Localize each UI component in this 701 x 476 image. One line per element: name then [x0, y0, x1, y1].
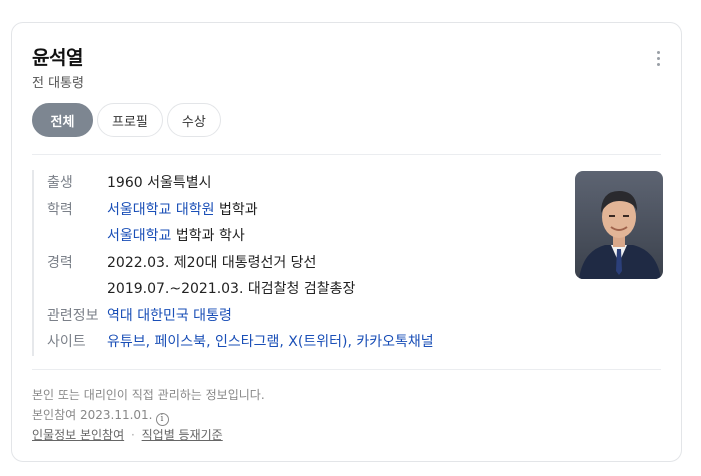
site-separator: ,	[206, 334, 215, 350]
birth-value: 1960 서울특별시	[107, 175, 212, 191]
divider-top	[32, 154, 661, 155]
education-link-1[interactable]: 서울대학교 대학원	[107, 202, 215, 218]
more-options-icon[interactable]	[657, 51, 661, 66]
site-link-x[interactable]: X(트위터)	[288, 334, 347, 350]
footer-participation: 본인참여 2023.11.01. i	[32, 406, 169, 426]
related-link[interactable]: 역대 대한민국 대통령	[107, 303, 232, 330]
site-separator: ,	[145, 334, 155, 350]
career-item-1: 2022.03. 제20대 대통령선거 당선	[107, 254, 317, 271]
site-link-facebook[interactable]: 페이스북	[155, 334, 207, 350]
education-text-2: 법학과 학사	[171, 228, 245, 244]
related-label: 관련정보	[47, 307, 99, 324]
divider-bottom	[32, 369, 661, 370]
career-label: 경력	[47, 254, 73, 271]
footer-links: 인물정보 본인참여 · 직업별 등재기준	[32, 426, 223, 443]
footer-notice: 본인 또는 대리인이 직접 관리하는 정보입니다.	[32, 388, 265, 402]
education-link-2[interactable]: 서울대학교	[107, 228, 171, 244]
self-participation-link[interactable]: 인물정보 본인참여	[32, 428, 124, 442]
profile-card: 윤석열 전 대통령 전체 프로필 수상 출생 1960 서울특별시 학력 서울대…	[11, 22, 682, 462]
site-link-kakao[interactable]: 카카오톡채널	[356, 334, 433, 350]
career-item-2: 2019.07.~2021.03. 대검찰청 검찰총장	[107, 281, 356, 297]
info-icon[interactable]: i	[155, 412, 169, 426]
site-link-youtube[interactable]: 유튜브	[107, 334, 146, 350]
tab-all[interactable]: 전체	[32, 103, 93, 137]
info-row-birth: 출생 1960 서울특별시	[47, 170, 567, 197]
info-list: 출생 1960 서울특별시 학력 서울대학교 대학원 법학과 서울대학교 법학과…	[32, 170, 567, 356]
tab-bar: 전체 프로필 수상	[32, 103, 221, 137]
info-row-sites: 사이트 유튜브, 페이스북, 인스타그램, X(트위터), 카카오톡채널	[47, 329, 567, 356]
site-link-instagram[interactable]: 인스타그램	[215, 334, 279, 350]
education-text-1: 법학과	[214, 201, 258, 218]
education-label: 학력	[47, 201, 73, 218]
sites-label: 사이트	[47, 334, 86, 350]
tab-profile[interactable]: 프로필	[97, 103, 163, 137]
info-row-education-1: 학력 서울대학교 대학원 법학과	[47, 197, 567, 224]
info-row-career-2: 2019.07.~2021.03. 대검찰청 검찰총장	[47, 276, 567, 303]
info-row-related: 관련정보 역대 대한민국 대통령	[47, 303, 567, 330]
info-row-education-2: 서울대학교 법학과 학사	[47, 223, 567, 250]
profile-photo[interactable]	[575, 171, 663, 279]
listing-criteria-link[interactable]: 직업별 등재기준	[142, 428, 223, 442]
footer-separator: ·	[130, 428, 135, 442]
person-subtitle: 전 대통령	[32, 76, 84, 91]
site-separator: ,	[279, 334, 289, 350]
birth-label: 출생	[47, 175, 73, 191]
tab-awards[interactable]: 수상	[166, 103, 221, 137]
participation-text: 본인참여 2023.11.01.	[32, 408, 153, 422]
person-name[interactable]: 윤석열	[32, 43, 83, 70]
info-row-career-1: 경력 2022.03. 제20대 대통령선거 당선	[47, 250, 567, 277]
